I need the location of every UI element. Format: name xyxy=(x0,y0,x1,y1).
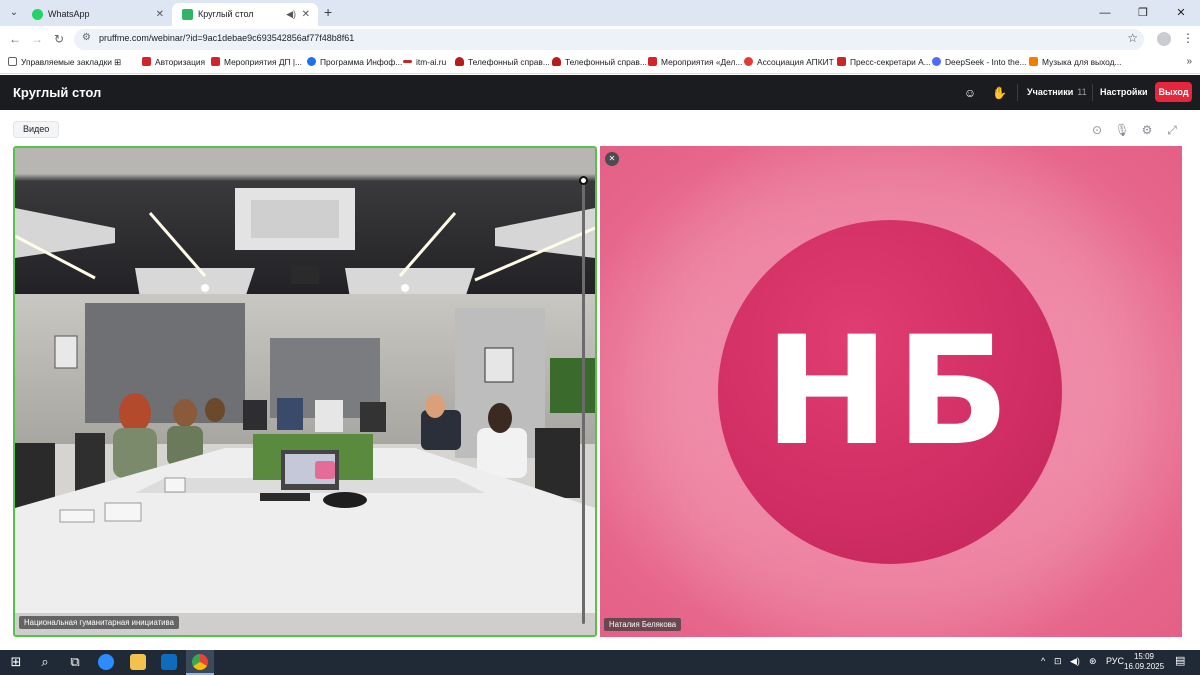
site-info-icon[interactable]: ⚙ xyxy=(82,32,91,43)
microphone-muted-icon: ✕ xyxy=(605,152,619,166)
dp-icon xyxy=(211,57,220,66)
restore-icon[interactable]: ❐ xyxy=(1124,0,1162,26)
browser-tab-strip: ⌄ WhatsApp ✕ Круглый стол ◀) ✕ + — ❐ ✕ xyxy=(0,0,1200,26)
minimize-icon[interactable]: — xyxy=(1086,0,1124,26)
profile-avatar[interactable] xyxy=(1157,32,1171,46)
network-icon[interactable]: ⊡ xyxy=(1054,656,1062,667)
apkit-icon xyxy=(744,57,753,66)
browser-toolbar: ← → ↻ ⚙ pruffme.com/webinar/?id=9ac1deba… xyxy=(0,26,1200,53)
emblem-icon xyxy=(455,57,464,66)
video-conference-icon xyxy=(182,9,193,20)
close-icon[interactable]: ✕ xyxy=(156,3,164,26)
deepseek-icon xyxy=(932,57,941,66)
windows-taskbar: ⊞ ⌕ ⧉ ^ ⊡ ◀) ⊛ РУС 15:09 16.09.2025 ▤ xyxy=(0,650,1200,675)
bookmark-infoforum[interactable]: Программа Инфоф... xyxy=(307,57,402,67)
address-bar[interactable]: ⚙ pruffme.com/webinar/?id=9ac1debae9c693… xyxy=(74,29,1144,50)
bookmark-deepseek[interactable]: DeepSeek - Into the... xyxy=(932,57,1026,67)
gear-icon[interactable]: ⚙ xyxy=(1139,122,1155,138)
tab-title: WhatsApp xyxy=(48,9,90,19)
file-explorer-icon[interactable] xyxy=(130,654,146,670)
tab-title: Круглый стол xyxy=(198,9,254,19)
dp-icon xyxy=(648,57,657,66)
bookmark-dp-events[interactable]: Мероприятия ДП |... xyxy=(211,57,302,67)
video-tile-avatar[interactable]: ✕ НБ Наталия Белякова xyxy=(600,146,1182,637)
bookmark-delovoy-events[interactable]: Мероприятия «Дел... xyxy=(648,57,742,67)
emblem-icon xyxy=(552,57,561,66)
folder-icon xyxy=(8,57,17,66)
close-window-icon[interactable]: ✕ xyxy=(1162,0,1200,26)
header-divider xyxy=(1092,84,1093,101)
chrome-icon xyxy=(192,654,208,670)
video-tile-camera[interactable]: Национальная гуманитарная инициатива xyxy=(13,146,597,637)
participant-name-tag: Наталия Белякова xyxy=(604,618,682,631)
reload-icon[interactable]: ↻ xyxy=(54,32,64,46)
microphone-icon[interactable]: 🎙 xyxy=(1114,122,1130,138)
settings-button[interactable]: Настройки xyxy=(1100,87,1147,97)
avatar: НБ xyxy=(718,220,1062,564)
itm-icon xyxy=(403,60,412,63)
back-arrow-icon[interactable]: ← xyxy=(9,32,21,46)
conference-content: Видео ⊙ 🎙 ⚙ ⤢ Национальная гуманитарная … xyxy=(0,110,1200,650)
more-bookmarks-icon[interactable]: » xyxy=(1186,56,1192,67)
notifications-icon[interactable]: ▤ xyxy=(1175,654,1185,667)
window-controls: — ❐ ✕ xyxy=(1086,0,1200,26)
whatsapp-icon xyxy=(32,9,43,20)
ap-icon xyxy=(142,57,151,66)
clock-date: 16.09.2025 xyxy=(1124,662,1165,671)
page-title: Круглый стол xyxy=(13,85,102,100)
url-text: pruffme.com/webinar/?id=9ac1debae9c69354… xyxy=(99,33,355,43)
participants-button[interactable]: Участники 11 xyxy=(1027,87,1087,97)
apps-grid-icon[interactable]: ⊞ xyxy=(114,57,121,67)
bookmark-music[interactable]: Музыка для выход... xyxy=(1029,57,1122,67)
language-indicator[interactable]: РУС xyxy=(1106,656,1124,666)
bookmark-apkit[interactable]: Ассоциация АПКИТ xyxy=(744,57,834,67)
bookmarks-bar: Управляемые закладки ⊞ Авторизация Мероп… xyxy=(0,53,1200,74)
menu-dots-icon[interactable]: ⋮ xyxy=(1182,31,1194,45)
participants-label: Участники xyxy=(1027,87,1074,97)
participants-count: 11 xyxy=(1077,87,1087,97)
tab-search-icon[interactable]: ⌄ xyxy=(6,5,22,21)
raise-hand-icon[interactable]: ✋ xyxy=(992,86,1007,100)
tab-whatsapp[interactable]: WhatsApp ✕ xyxy=(22,3,172,26)
ime-icon[interactable]: ⊛ xyxy=(1089,656,1097,667)
conference-room-video xyxy=(15,148,595,635)
emoji-reaction-icon[interactable]: ☺ xyxy=(963,86,977,100)
windows-start-icon[interactable]: ⊞ xyxy=(8,654,24,670)
press-icon xyxy=(837,57,846,66)
zoom-app-icon[interactable] xyxy=(98,654,114,670)
fullscreen-icon[interactable]: ⤢ xyxy=(1164,122,1180,138)
bookmark-star-icon[interactable]: ☆ xyxy=(1127,31,1138,45)
header-divider xyxy=(1017,84,1018,101)
participant-name-tag: Национальная гуманитарная инициатива xyxy=(19,616,179,629)
forward-arrow-icon[interactable]: → xyxy=(31,32,43,46)
speaker-icon[interactable]: ◀) xyxy=(286,3,296,26)
location-pin-icon[interactable]: ⊙ xyxy=(1089,122,1105,138)
search-icon[interactable]: ⌕ xyxy=(37,654,53,670)
bookmark-phonebook-1[interactable]: Телефонный справ... xyxy=(455,57,550,67)
close-icon[interactable]: ✕ xyxy=(302,3,310,26)
bookmark-itm[interactable]: itm-ai.ru xyxy=(403,57,446,67)
bookmark-authorization[interactable]: Авторизация xyxy=(142,57,205,67)
clock-time: 15:09 xyxy=(1133,652,1155,661)
task-view-icon[interactable]: ⧉ xyxy=(67,654,83,670)
outlook-icon[interactable] xyxy=(161,654,177,670)
avatar-initials: НБ xyxy=(764,305,1016,479)
tray-expand-icon[interactable]: ^ xyxy=(1041,656,1045,666)
program-icon xyxy=(307,57,316,66)
app-header: Круглый стол ☺ ✋ Участники 11 Настройки В… xyxy=(0,75,1200,110)
tab-video[interactable]: Видео xyxy=(13,121,60,138)
exit-button[interactable]: Выход xyxy=(1155,82,1192,102)
bookmark-phonebook-2[interactable]: Телефонный справ... xyxy=(552,57,647,67)
volume-icon[interactable]: ◀) xyxy=(1070,656,1080,667)
video-scrollbar[interactable] xyxy=(582,178,585,624)
tab-round-table[interactable]: Круглый стол ◀) ✕ xyxy=(172,3,318,26)
bookmark-press-secretaries[interactable]: Пресс-секретари А... xyxy=(837,57,931,67)
music-icon xyxy=(1029,57,1038,66)
video-scrollbar-handle[interactable] xyxy=(579,176,588,185)
new-tab-button[interactable]: + xyxy=(324,4,332,20)
taskbar-chrome-running[interactable] xyxy=(186,650,214,675)
taskbar-clock[interactable]: 15:09 16.09.2025 xyxy=(1124,652,1164,672)
bookmark-managed[interactable]: Управляемые закладки xyxy=(8,57,112,67)
